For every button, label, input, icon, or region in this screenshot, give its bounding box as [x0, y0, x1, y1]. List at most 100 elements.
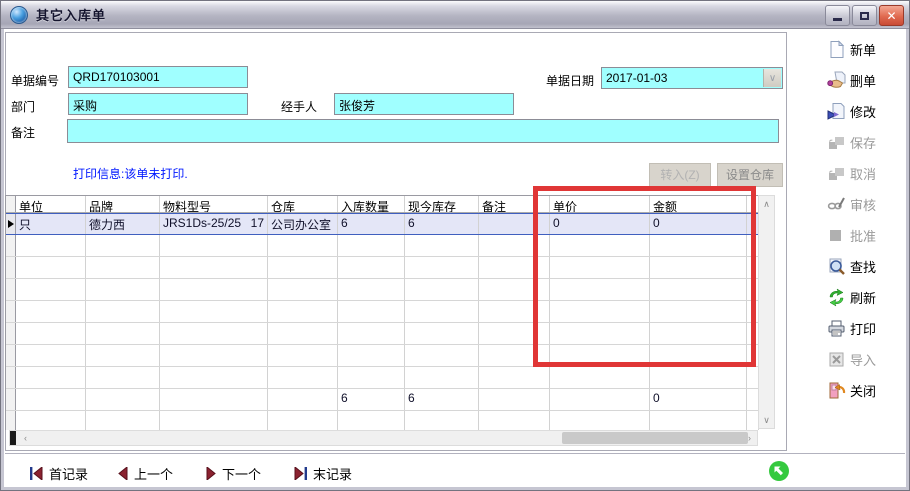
grid-cell[interactable] [268, 367, 338, 388]
transfer-button[interactable]: 转入(Z) [649, 163, 711, 187]
grid-vertical-scrollbar[interactable]: ∧ ∨ [758, 195, 775, 429]
audit-button[interactable]: 审核 [827, 194, 876, 215]
column-header[interactable]: 入库数量 [338, 196, 405, 212]
grid-cell[interactable] [338, 345, 405, 366]
close-form-button[interactable]: 关闭 [827, 380, 876, 401]
grid-cell[interactable] [16, 411, 86, 430]
grid-cell[interactable] [16, 235, 86, 256]
grid-cell[interactable] [550, 279, 650, 300]
approve-button[interactable]: 批准 [827, 225, 876, 246]
horizontal-scroll-thumb[interactable] [562, 432, 748, 444]
grid-cell[interactable]: 只 [16, 214, 86, 234]
grid-cell[interactable] [405, 345, 479, 366]
grid-cell[interactable] [268, 301, 338, 322]
grid-cell[interactable] [479, 214, 550, 234]
grid-cell[interactable] [86, 257, 160, 278]
grid-row[interactable] [6, 235, 759, 257]
print-button[interactable]: 打印 [827, 318, 876, 339]
grid-cell[interactable] [550, 411, 650, 430]
grid-cell[interactable] [160, 257, 268, 278]
grid-cell[interactable] [405, 323, 479, 344]
grid-cell[interactable] [479, 235, 550, 256]
scroll-up-icon[interactable]: ∧ [759, 197, 774, 211]
grid-cell[interactable] [338, 411, 405, 430]
grid-cell[interactable] [650, 367, 747, 388]
grid-cell[interactable] [86, 235, 160, 256]
grid-cell[interactable] [268, 235, 338, 256]
grid-cell[interactable] [16, 389, 86, 410]
column-header[interactable]: 仓库 [268, 196, 338, 212]
grid-cell[interactable] [550, 345, 650, 366]
grid-cell[interactable] [338, 367, 405, 388]
scroll-down-icon[interactable]: ∨ [759, 413, 774, 427]
set-warehouse-button[interactable]: 设置仓库 [717, 163, 783, 187]
grid-cell[interactable]: 6 [338, 389, 405, 410]
column-header[interactable]: 物料型号 [160, 196, 268, 212]
grid-cell[interactable] [86, 389, 160, 410]
column-header[interactable]: 现今库存 [405, 196, 479, 212]
grid-cell[interactable] [160, 389, 268, 410]
column-header[interactable]: 品牌 [86, 196, 160, 212]
doc-no-field[interactable]: QRD170103001 [68, 66, 248, 88]
grid-cell[interactable] [405, 235, 479, 256]
grid-cell[interactable] [650, 235, 747, 256]
handler-field[interactable]: 张俊芳 [334, 93, 514, 115]
minimize-button[interactable] [825, 5, 850, 26]
grid-cell[interactable] [550, 367, 650, 388]
column-header[interactable]: 单位 [16, 196, 86, 212]
grid-cell[interactable] [268, 411, 338, 430]
grid-cell[interactable] [550, 389, 650, 410]
grid-cell[interactable] [479, 389, 550, 410]
grid-cell[interactable]: 公司办公室 [268, 214, 338, 234]
maximize-button[interactable] [852, 5, 877, 26]
last-record-button[interactable]: 末记录 [293, 464, 352, 483]
grid-cell[interactable] [160, 323, 268, 344]
grid-cell[interactable] [268, 257, 338, 278]
grid-cell[interactable] [550, 257, 650, 278]
grid-cell[interactable] [405, 367, 479, 388]
grid-cell[interactable] [16, 301, 86, 322]
grid-cell[interactable]: 6 [405, 214, 479, 234]
grid-row[interactable] [6, 323, 759, 345]
close-button[interactable]: ✕ [879, 5, 904, 26]
grid-cell[interactable] [405, 301, 479, 322]
grid-cell[interactable] [479, 279, 550, 300]
grid-row[interactable] [6, 257, 759, 279]
find-button[interactable]: 查找 [827, 256, 876, 277]
grid-row[interactable] [6, 345, 759, 367]
grid-cell[interactable] [338, 301, 405, 322]
grid-cell[interactable] [650, 257, 747, 278]
grid-row[interactable]: 只德力西JRS1Ds-25/2517公司办公室6600 [6, 213, 759, 235]
grid-row[interactable] [6, 367, 759, 389]
grid-cell[interactable] [16, 257, 86, 278]
grid-cell[interactable]: 0 [650, 389, 747, 410]
grid-cell[interactable] [86, 411, 160, 430]
grid-cell[interactable] [650, 279, 747, 300]
grid-summary-row[interactable]: 66 0 [6, 389, 759, 411]
grid-cell[interactable] [405, 257, 479, 278]
grid-cell[interactable] [86, 301, 160, 322]
prev-record-button[interactable]: 上一个 [117, 464, 173, 483]
grid-cell[interactable] [479, 323, 550, 344]
grid-cell[interactable] [338, 235, 405, 256]
grid-horizontal-scrollbar[interactable]: ‹ › [9, 430, 758, 446]
grid-cell[interactable] [268, 389, 338, 410]
grid-cell[interactable] [405, 279, 479, 300]
grid-cell[interactable] [338, 279, 405, 300]
grid-cell[interactable] [479, 367, 550, 388]
chevron-down-icon[interactable]: ∨ [763, 69, 781, 87]
grid-cell[interactable] [160, 279, 268, 300]
grid-cell[interactable] [479, 301, 550, 322]
modify-doc-button[interactable]: 修改 [827, 101, 876, 122]
grid-cell[interactable] [550, 301, 650, 322]
scroll-right-icon[interactable]: › [742, 431, 757, 445]
grid-cell[interactable] [16, 323, 86, 344]
grid-cell[interactable] [650, 411, 747, 430]
column-header[interactable]: 金额 [650, 196, 747, 212]
title-bar[interactable]: 其它入库单 ✕ [1, 1, 909, 29]
grid-cell[interactable]: 6 [405, 389, 479, 410]
sync-button[interactable] [768, 460, 790, 482]
grid-cell[interactable] [338, 323, 405, 344]
grid-cell[interactable] [86, 367, 160, 388]
grid-cell[interactable] [16, 345, 86, 366]
